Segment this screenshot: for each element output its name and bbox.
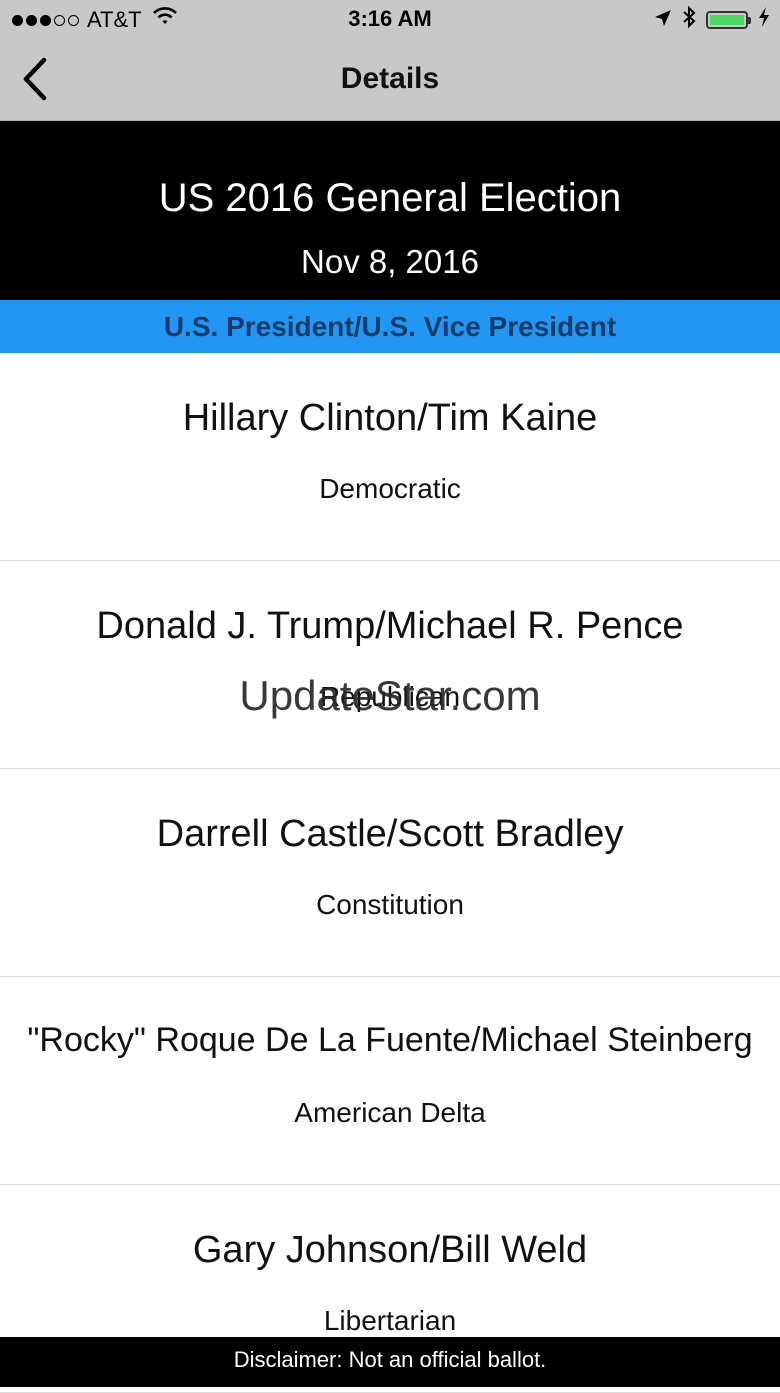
bluetooth-icon [682,5,696,34]
candidate-party: Republican [319,681,461,712]
battery-icon [706,11,751,29]
candidate-party: American Delta [294,1097,486,1128]
candidate-name: Darrell Castle/Scott Bradley [156,813,624,855]
status-right [654,5,770,34]
candidate-row[interactable]: Hillary Clinton/Tim Kaine Democratic [0,353,780,561]
candidate-row[interactable]: Darrell Castle/Scott Bradley Constitutio… [0,769,780,977]
candidate-row[interactable]: Donald J. Trump/Michael R. Pence Republi… [0,561,780,769]
candidate-name: "Rocky" Roque De La Fuente/Michael Stein… [27,1021,753,1059]
candidate-name: Gary Johnson/Bill Weld [192,1229,588,1271]
location-arrow-icon [654,7,672,33]
page-title: Details [340,62,440,95]
battery-level [710,15,744,25]
candidate-party: Libertarian [323,1305,457,1336]
candidate-name: Hillary Clinton/Tim Kaine [182,397,598,439]
disclaimer-footer: Disclaimer: Not an official ballot. [0,1337,780,1387]
charging-bolt-icon [758,7,770,33]
candidate-party: Democratic [319,473,461,504]
candidate-row[interactable]: "Rocky" Roque De La Fuente/Michael Stein… [0,977,780,1185]
candidate-name: Donald J. Trump/Michael R. Pence [96,605,684,647]
candidate-party: Constitution [316,889,464,920]
navigation-bar: Details [0,40,780,121]
election-date: Nov 8, 2016 [301,243,479,280]
candidate-list: Hillary Clinton/Tim Kaine Democratic Don… [0,353,780,1393]
status-bar: AT&T 3:16 AM [0,0,780,40]
race-title: U.S. President/U.S. Vice President [0,300,780,353]
election-header: US 2016 General Election Nov 8, 2016 [0,121,780,300]
election-title: US 2016 General Election [158,176,622,220]
